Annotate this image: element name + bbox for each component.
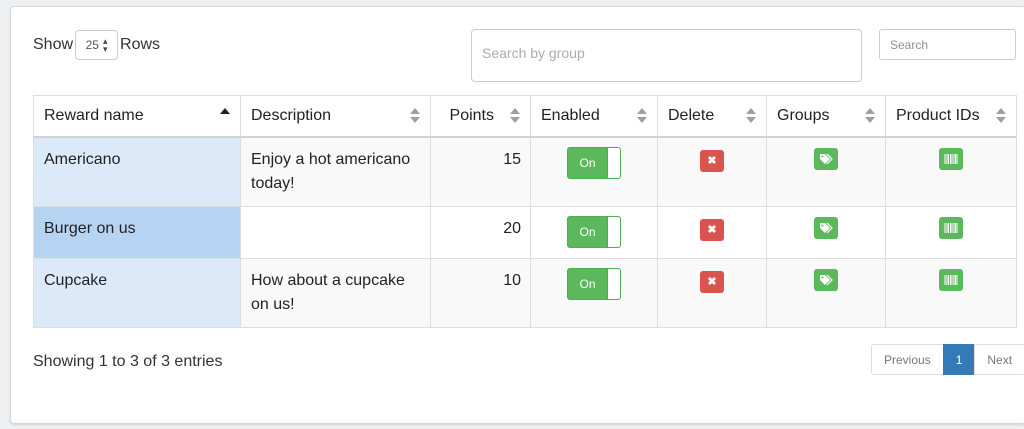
tags-icon	[820, 222, 833, 234]
column-header-delete[interactable]: Delete	[657, 95, 767, 138]
column-header-description[interactable]: Description	[240, 95, 431, 138]
groups-cell	[766, 258, 886, 328]
rewards-table: Reward name Description Points Enabled D…	[33, 95, 1017, 328]
show-label: Show	[33, 35, 74, 53]
description-cell: How about a cupcake on us!	[240, 258, 431, 328]
reward-name-cell: Burger on us	[33, 206, 241, 259]
pagination: Previous 1 Next	[871, 344, 1024, 375]
points-cell: 15	[430, 136, 531, 207]
table-row[interactable]: Burger on us 20 On ✖	[33, 206, 1017, 259]
table-row[interactable]: Cupcake How about a cupcake on us! 10 On…	[33, 258, 1017, 328]
header-label: Description	[251, 107, 332, 124]
barcode-icon	[944, 223, 958, 233]
toggle-label: On	[579, 156, 596, 170]
description-cell	[240, 206, 431, 259]
header-label: Enabled	[541, 107, 600, 124]
previous-page-button[interactable]: Previous	[871, 344, 944, 375]
sort-icon	[746, 108, 756, 124]
sort-icon	[410, 108, 420, 124]
enabled-cell: On	[530, 206, 658, 259]
column-header-enabled[interactable]: Enabled	[530, 95, 658, 138]
groups-button[interactable]	[814, 217, 838, 239]
sort-icon	[865, 108, 875, 124]
barcode-icon	[944, 275, 958, 285]
column-header-groups[interactable]: Groups	[766, 95, 886, 138]
tags-icon	[820, 274, 833, 286]
groups-cell	[766, 206, 886, 259]
reward-name-cell: Americano	[33, 136, 241, 207]
product-ids-button[interactable]	[939, 269, 963, 291]
sort-icon	[996, 108, 1006, 124]
barcode-icon	[944, 154, 958, 164]
sort-icon	[510, 108, 520, 124]
toggle-knob	[607, 269, 620, 299]
table-info: Showing 1 to 3 of 3 entries	[33, 353, 223, 370]
enabled-toggle[interactable]: On	[567, 216, 621, 248]
points-cell: 10	[430, 258, 531, 328]
groups-button[interactable]	[814, 269, 838, 291]
toggle-label: On	[579, 225, 596, 239]
delete-cell: ✖	[657, 258, 767, 328]
header-label: Delete	[668, 107, 715, 124]
delete-button[interactable]: ✖	[700, 150, 724, 172]
header-label: Groups	[777, 107, 830, 124]
sort-icon	[637, 108, 647, 124]
product-ids-cell	[885, 258, 1017, 328]
toggle-label: On	[579, 277, 596, 291]
page-length-control: Show 25 ▴ ▾ Rows	[33, 28, 160, 61]
reward-name-cell: Cupcake	[33, 258, 241, 328]
column-header-reward-name[interactable]: Reward name	[33, 95, 241, 138]
header-label: Reward name	[44, 107, 144, 124]
product-ids-cell	[885, 206, 1017, 259]
points-cell: 20	[430, 206, 531, 259]
description-cell: Enjoy a hot americano today!	[240, 136, 431, 207]
table-header-row: Reward name Description Points Enabled D…	[33, 95, 1017, 138]
table-row[interactable]: Americano Enjoy a hot americano today! 1…	[33, 136, 1017, 207]
x-icon: ✖	[707, 276, 717, 288]
enabled-toggle[interactable]: On	[567, 268, 621, 300]
header-label: Product IDs	[896, 107, 980, 124]
product-ids-button[interactable]	[939, 148, 963, 170]
header-label: Points	[449, 107, 494, 124]
rows-select-value: 25	[85, 37, 99, 52]
page-1-button[interactable]: 1	[942, 344, 976, 375]
delete-button[interactable]: ✖	[700, 271, 724, 293]
toggle-knob	[607, 217, 620, 247]
rows-label: Rows	[120, 35, 161, 53]
tags-icon	[820, 153, 833, 165]
toggle-knob	[607, 148, 620, 178]
product-ids-button[interactable]	[939, 217, 963, 239]
group-search-input[interactable]: Search by group	[471, 29, 862, 82]
delete-button[interactable]: ✖	[700, 219, 724, 241]
rows-select[interactable]: 25 ▴ ▾	[75, 29, 119, 60]
column-header-product-ids[interactable]: Product IDs	[885, 95, 1017, 138]
x-icon: ✖	[707, 224, 717, 236]
next-page-button[interactable]: Next	[974, 344, 1024, 375]
column-header-points[interactable]: Points	[430, 95, 531, 138]
enabled-toggle[interactable]: On	[567, 147, 621, 179]
delete-cell: ✖	[657, 136, 767, 207]
x-icon: ✖	[707, 155, 717, 167]
groups-cell	[766, 136, 886, 207]
search-input[interactable]: Search	[879, 29, 1016, 60]
product-ids-cell	[885, 136, 1017, 207]
enabled-cell: On	[530, 258, 658, 328]
select-arrows-icon: ▴ ▾	[102, 35, 108, 54]
groups-button[interactable]	[814, 148, 838, 170]
sort-asc-icon	[220, 108, 230, 124]
delete-cell: ✖	[657, 206, 767, 259]
enabled-cell: On	[530, 136, 658, 207]
